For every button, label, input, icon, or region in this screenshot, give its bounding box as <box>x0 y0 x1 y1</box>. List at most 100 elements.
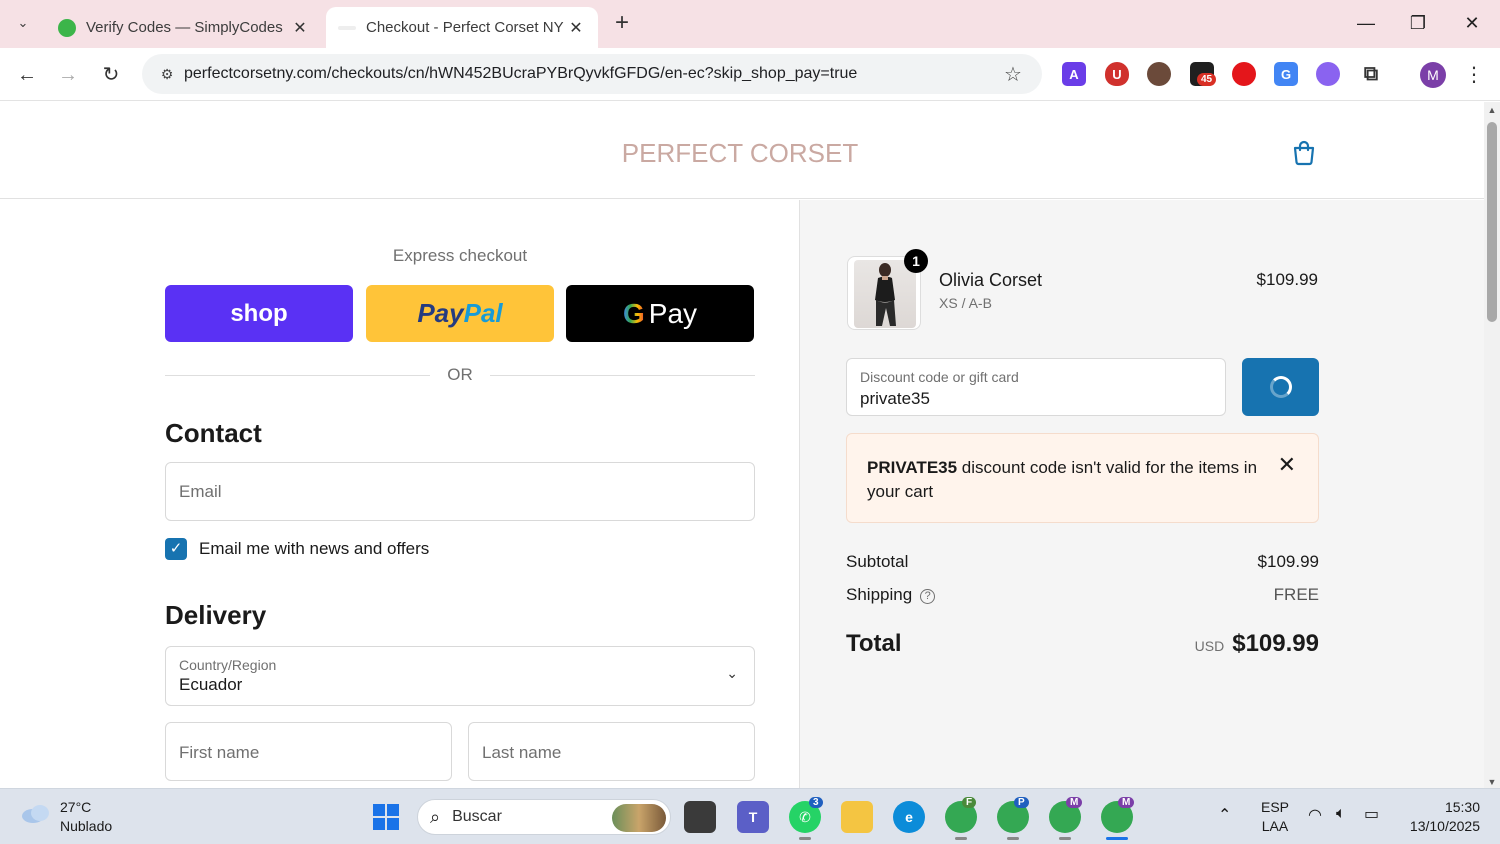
apply-discount-button[interactable] <box>1242 358 1319 416</box>
total-row: Total USD $109.99 <box>846 630 1319 664</box>
restore-icon[interactable]: ❐ <box>1398 8 1438 38</box>
scroll-up-icon[interactable]: ▲ <box>1484 105 1500 115</box>
tab-close-icon[interactable]: ✕ <box>566 18 586 38</box>
bookmark-star-icon[interactable]: ☆ <box>998 62 1028 87</box>
first-name-field[interactable]: First name <box>165 722 452 781</box>
clock-time[interactable]: 15:30 <box>1400 799 1480 815</box>
input-language[interactable]: ESP <box>1258 799 1292 815</box>
task-view-icon[interactable] <box>684 801 716 833</box>
search-icon: ⌕ <box>430 806 441 827</box>
tab-title: Checkout - Perfect Corset NY Co <box>366 19 566 36</box>
google-pay-label: Pay <box>648 297 698 329</box>
tab-close-icon[interactable]: ✕ <box>290 18 310 38</box>
cookie-extension-icon[interactable] <box>1147 62 1171 86</box>
discount-code-input[interactable]: Discount code or gift card private35 <box>846 358 1226 416</box>
scroll-down-icon[interactable]: ▼ <box>1484 777 1500 787</box>
extension-a-icon[interactable]: A <box>1062 62 1086 86</box>
forward-icon[interactable]: → <box>53 60 83 90</box>
extension-badge: 45 <box>1197 73 1217 86</box>
extensions-puzzle-icon[interactable]: ⧉ <box>1359 62 1383 86</box>
running-indicator <box>1059 837 1071 840</box>
or-text: OR <box>447 365 473 384</box>
shop-pay-button[interactable]: shop <box>165 285 353 342</box>
chrome-profile-badge: F <box>962 797 977 808</box>
edge-icon[interactable]: e <box>893 801 925 833</box>
taskbar-search[interactable]: ⌕ Buscar <box>417 799 671 835</box>
tab-title: Verify Codes — SimplyCodes <box>86 19 283 36</box>
show-hidden-icons-chevron-icon[interactable]: ⌃ <box>1218 805 1231 825</box>
chevron-down-icon: ⌄ <box>726 665 738 681</box>
keyboard-layout[interactable]: LAA <box>1258 818 1292 834</box>
news-offers-checkbox[interactable]: ✓ <box>165 538 187 560</box>
total-currency: USD <box>1194 638 1225 654</box>
loading-spinner-icon <box>1269 376 1292 398</box>
wifi-icon[interactable]: ◠ <box>1308 805 1322 825</box>
checkout-page: PERFECT CORSET Express checkout shop Pay… <box>0 102 1484 788</box>
active-app-indicator <box>1106 837 1128 840</box>
subtotal-value: $109.99 <box>1257 552 1319 571</box>
quantity-badge: 1 <box>904 249 928 273</box>
close-error-icon[interactable]: ✕ <box>1278 452 1296 478</box>
or-divider: OR <box>165 364 755 386</box>
extension-purple-icon[interactable] <box>1316 62 1340 86</box>
discount-code-label: Discount code or gift card <box>860 369 1019 385</box>
tab-search-chevron-icon[interactable]: ⌄ <box>8 8 38 38</box>
search-highlight-image <box>612 804 666 832</box>
last-name-field[interactable]: Last name <box>468 722 755 781</box>
shipping-value: FREE <box>1273 585 1319 604</box>
checkout-form-column: Express checkout shop Pay Pal G Pay OR Con… <box>0 200 799 788</box>
running-indicator <box>799 837 811 840</box>
total-label: Total <box>846 630 902 657</box>
page-scrollbar[interactable]: ▲ ▼ <box>1484 102 1500 788</box>
back-icon[interactable]: ← <box>12 60 42 90</box>
express-checkout-title: Express checkout <box>392 246 528 265</box>
country-region-select[interactable]: Country/Region Ecuador ⌄ <box>165 646 755 706</box>
store-logo[interactable]: PERFECT CORSET <box>600 138 880 169</box>
file-explorer-icon[interactable] <box>841 801 873 833</box>
shipping-label: Shipping <box>846 585 913 604</box>
opera-red-icon[interactable] <box>1232 62 1256 86</box>
windows-start-icon[interactable] <box>370 801 402 833</box>
chrome-profile-badge: M <box>1066 797 1083 808</box>
profile-avatar[interactable]: M <box>1420 62 1446 88</box>
google-translate-icon[interactable]: G <box>1274 62 1298 86</box>
google-pay-button[interactable]: G Pay <box>566 285 754 342</box>
reload-icon[interactable]: ↻ <box>96 60 126 90</box>
product-price: $109.99 <box>1256 270 1318 289</box>
shipping-row: Shipping? FREE <box>846 585 1319 605</box>
country-region-value: Ecuador <box>179 675 243 694</box>
product-variant: XS / A-B <box>939 295 992 311</box>
running-indicator <box>955 837 967 840</box>
teams-icon[interactable]: T <box>737 801 769 833</box>
subtotal-label: Subtotal <box>846 552 909 571</box>
tab-simplycodes[interactable]: Verify Codes — SimplyCodes ✕ <box>46 7 322 48</box>
subtotal-row: Subtotal $109.99 <box>846 552 1319 572</box>
help-question-icon[interactable]: ? <box>920 589 936 604</box>
paypal-button[interactable]: Pay Pal <box>366 285 554 342</box>
ublock-shield-icon[interactable]: U <box>1105 62 1129 86</box>
shop-pay-label: shop <box>230 299 288 327</box>
discount-error-message: PRIVATE35 discount code isn't valid for … <box>867 456 1267 504</box>
browser-menu-icon[interactable]: ⋮ <box>1462 62 1486 88</box>
cloud-weather-icon[interactable] <box>20 803 52 825</box>
last-name-placeholder: Last name <box>482 743 562 762</box>
news-offers-checkbox-row[interactable]: ✓ Email me with news and offers <box>165 538 429 560</box>
news-offers-label[interactable]: Email me with news and offers <box>199 539 429 559</box>
contact-heading: Contact <box>165 418 262 448</box>
taskbar-search-placeholder: Buscar <box>452 808 502 825</box>
tab-checkout[interactable]: Checkout - Perfect Corset NY Co ✕ <box>326 7 598 48</box>
clock-date[interactable]: 13/10/2025 <box>1400 818 1480 834</box>
battery-icon[interactable]: ▭ <box>1364 804 1379 824</box>
close-window-icon[interactable]: ✕ <box>1452 8 1492 38</box>
site-info-icon[interactable]: ⚙ <box>154 66 180 83</box>
new-tab-button[interactable]: + <box>608 10 636 38</box>
scrollbar-thumb[interactable] <box>1487 122 1497 322</box>
email-field[interactable]: Email <box>165 462 755 521</box>
total-amount-group: USD $109.99 <box>1195 630 1319 658</box>
country-region-label: Country/Region <box>179 657 277 673</box>
shopping-bag-icon[interactable] <box>1290 138 1318 166</box>
volume-icon[interactable]: 🔈︎ <box>1336 805 1346 823</box>
address-bar[interactable]: ⚙ perfectcorsetny.com/checkouts/cn/hWN45… <box>142 54 1042 94</box>
minimize-icon[interactable]: — <box>1346 8 1386 38</box>
first-name-placeholder: First name <box>179 743 260 762</box>
